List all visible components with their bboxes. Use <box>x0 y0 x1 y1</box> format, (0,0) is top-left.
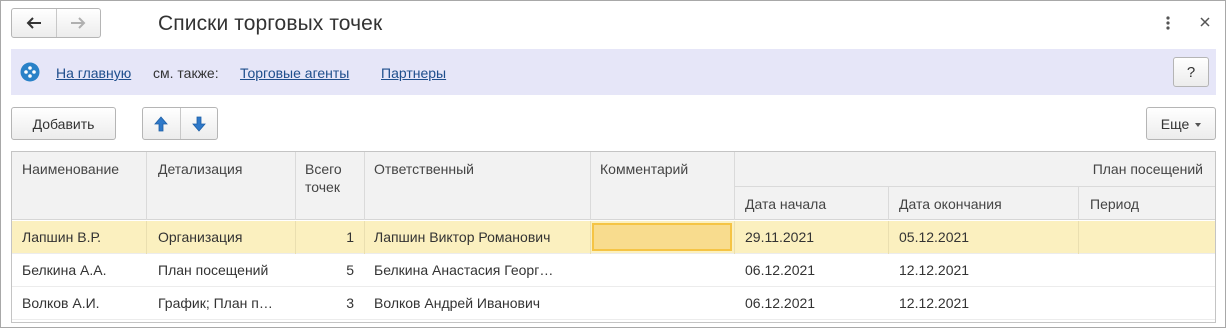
cell-start-date[interactable]: 06.12.2021 <box>745 254 885 287</box>
cell-name[interactable]: Волков А.И. <box>22 287 142 320</box>
navigation-buttons <box>11 8 101 38</box>
cell-total[interactable]: 5 <box>298 254 354 287</box>
close-icon[interactable] <box>1195 11 1215 33</box>
header-period[interactable]: Период <box>1090 196 1139 212</box>
header-total-line1[interactable]: Всего <box>305 161 342 177</box>
chevron-down-icon <box>1195 122 1202 127</box>
trade-agents-link[interactable]: Торговые агенты <box>240 65 349 81</box>
move-down-button[interactable] <box>179 108 218 139</box>
help-button[interactable]: ? <box>1173 57 1209 87</box>
home-link[interactable]: На главную <box>56 65 131 81</box>
arrow-right-icon <box>71 17 86 29</box>
cell-detail[interactable]: Организация <box>158 221 292 254</box>
header-comment[interactable]: Комментарий <box>600 161 688 177</box>
more-button-label: Еще <box>1160 115 1190 132</box>
cell-period[interactable] <box>1090 287 1210 320</box>
cell-start-date[interactable]: 06.12.2021 <box>745 287 885 320</box>
more-actions-icon[interactable] <box>1161 13 1175 33</box>
see-also-label: см. также: <box>153 65 219 81</box>
cell-start-date[interactable]: 29.11.2021 <box>745 221 885 254</box>
header-start-date[interactable]: Дата начала <box>745 196 826 212</box>
cell-detail[interactable]: План посещений <box>158 254 292 287</box>
cell-name[interactable]: Лапшин В.Р. <box>22 221 142 254</box>
more-button[interactable]: Еще <box>1146 107 1216 140</box>
back-button[interactable] <box>12 9 56 37</box>
cell-comment-active[interactable] <box>592 223 732 251</box>
header-total-line2[interactable]: точек <box>305 179 340 195</box>
table-row[interactable]: Лапшин В.Р. Организация 1 Лапшин Виктор … <box>12 221 1215 254</box>
header-responsible[interactable]: Ответственный <box>374 161 474 177</box>
navigation-icon[interactable] <box>20 62 40 82</box>
cell-responsible[interactable]: Белкина Анастасия Георг… <box>374 254 586 287</box>
page-title: Списки торговых точек <box>158 12 383 35</box>
add-button[interactable]: Добавить <box>11 107 116 140</box>
table-row[interactable]: Белкина А.А. План посещений 5 Белкина Ан… <box>12 254 1215 287</box>
table-header: Наименование Детализация Всего точек Отв… <box>12 152 1215 220</box>
cell-detail[interactable]: График; План п… <box>158 287 292 320</box>
arrow-left-icon <box>26 17 41 29</box>
forward-button[interactable] <box>55 9 101 37</box>
cell-end-date[interactable]: 12.12.2021 <box>899 254 1075 287</box>
cell-responsible[interactable]: Лапшин Виктор Романович <box>374 221 586 254</box>
info-bar: На главную см. также: Торговые агенты Па… <box>11 49 1216 95</box>
move-buttons <box>142 107 218 140</box>
cell-total[interactable]: 1 <box>298 221 354 254</box>
header-end-date[interactable]: Дата окончания <box>899 196 1002 212</box>
move-up-button[interactable] <box>143 108 180 139</box>
header-name[interactable]: Наименование <box>22 161 119 177</box>
window: Списки торговых точек На главную см. так… <box>0 0 1226 328</box>
cell-end-date[interactable]: 05.12.2021 <box>899 221 1075 254</box>
outlets-table[interactable]: Наименование Детализация Всего точек Отв… <box>11 151 1216 323</box>
cell-end-date[interactable]: 12.12.2021 <box>899 287 1075 320</box>
cell-comment[interactable] <box>600 254 730 287</box>
cell-period[interactable] <box>1090 254 1210 287</box>
cell-name[interactable]: Белкина А.А. <box>22 254 142 287</box>
header-detail[interactable]: Детализация <box>158 161 242 177</box>
cell-responsible[interactable]: Волков Андрей Иванович <box>374 287 586 320</box>
table-row[interactable]: Волков А.И. График; План п… 3 Волков Анд… <box>12 287 1215 320</box>
arrow-down-icon <box>191 116 206 132</box>
cell-total[interactable]: 3 <box>298 287 354 320</box>
header-plan-group: План посещений <box>1092 161 1203 177</box>
arrow-up-icon <box>154 115 169 131</box>
partners-link[interactable]: Партнеры <box>381 65 446 81</box>
cell-comment[interactable] <box>600 287 730 320</box>
cell-period[interactable] <box>1090 221 1210 254</box>
